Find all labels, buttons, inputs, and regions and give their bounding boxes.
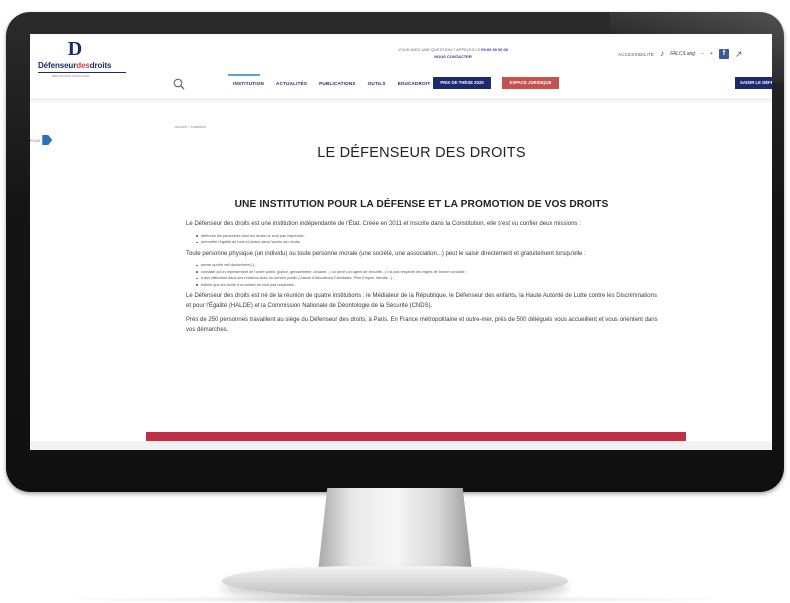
nav-links: INSTITUTION ACTUALITÉS PUBLICATIONS OUTI… (233, 81, 430, 86)
paragraph-intro: Le Défenseur des droits est une institut… (186, 221, 581, 227)
arrow-right-icon (42, 135, 53, 145)
header-tools: ACCESSIBILITÉ ♪ FALC/Lang − + f ↗ (618, 48, 742, 60)
breadcrumb[interactable]: Accueil > Institution (175, 125, 206, 129)
contact-link[interactable]: NOUS CONTACTER (434, 54, 471, 59)
notice-phone-number[interactable]: 09 69 39 00 00 (481, 47, 508, 52)
missions-list: défendre les personnes dont les droits n… (196, 233, 660, 246)
nav-item-educadroit[interactable]: EDUCADROIT (398, 81, 431, 86)
text-size-increase-icon[interactable]: + (710, 50, 713, 58)
saisir-defenseur-button[interactable]: SAISIR LE DÉFENSEUR (735, 77, 772, 89)
prix-de-these-button[interactable]: PRIX DE THÈSE 2020 (433, 77, 491, 89)
page-title: LE DÉFENSEUR DES DROITS (317, 145, 526, 161)
side-tab[interactable]: FLUX (30, 135, 53, 145)
facebook-icon[interactable]: f (718, 49, 729, 59)
paragraph-staff: Près de 250 personnes travaillent au siè… (186, 317, 658, 333)
logo-word-des: des (76, 61, 90, 70)
logo-word-defenseur: Défenseur (38, 61, 77, 70)
article-body: Le Défenseur des droits est une institut… (186, 220, 660, 336)
audio-icon[interactable]: ♪ (660, 50, 664, 58)
nav-active-indicator (228, 74, 260, 76)
logo-rule (38, 72, 126, 73)
nav-item-institution[interactable]: INSTITUTION (233, 81, 264, 86)
desk-shadow (40, 596, 750, 603)
falc-language-icon[interactable]: FALC/Lang (670, 51, 695, 57)
list-item: permettre l'égalité de tous et toutes da… (196, 239, 660, 246)
side-tab-label: FLUX (30, 137, 41, 143)
nav-item-publications[interactable]: PUBLICATIONS (319, 81, 356, 86)
accessibility-label[interactable]: ACCESSIBILITÉ (618, 52, 654, 57)
monitor-stand-base (222, 566, 568, 596)
nav-shadow (30, 98, 772, 104)
espace-juridique-button[interactable]: ESPACE JURIDIQUE (502, 77, 559, 89)
search-icon[interactable] (173, 78, 185, 90)
page-footer-edge (30, 441, 772, 450)
footer-red-band (146, 432, 686, 441)
nav-item-outils[interactable]: OUTILS (368, 81, 386, 86)
paragraph-history: Le Défenseur des droits est né de la réu… (186, 293, 657, 309)
header-notice: VOUS AVEZ UNE QUESTION ? APPELEZ LE 09 6… (368, 46, 538, 60)
notice-text: VOUS AVEZ UNE QUESTION ? APPELEZ LE (397, 47, 481, 52)
section-title: UNE INSTITUTION POUR LA DÉFENSE ET LA PR… (234, 199, 609, 210)
list-item-text: pense qu'elle est discriminée (201, 263, 250, 267)
text-size-decrease-icon[interactable]: − (701, 50, 704, 58)
nav-item-actualites[interactable]: ACTUALITÉS (276, 81, 307, 86)
list-item: estime que les droits d'un enfant ne son… (196, 282, 660, 289)
logo-word-droits: droits (89, 61, 112, 70)
main-navigation: INSTITUTION ACTUALITÉS PUBLICATIONS OUTI… (30, 74, 772, 96)
footnote-link[interactable]: (1) (250, 263, 255, 267)
logo-mark: D (67, 38, 83, 60)
share-icon[interactable]: ↗ (735, 49, 743, 60)
saisine-list: pense qu'elle est discriminée(1) ; const… (196, 262, 660, 288)
logo-wordmark: Défenseurdesdroits (38, 61, 111, 70)
monitor-screen: D Défenseurdesdroits RÉPUBLIQUE FRANÇAIS… (30, 34, 772, 450)
monitor-stand-neck (318, 488, 472, 572)
paragraph-saisine: Toute personne physique (un individu) ou… (186, 250, 586, 257)
